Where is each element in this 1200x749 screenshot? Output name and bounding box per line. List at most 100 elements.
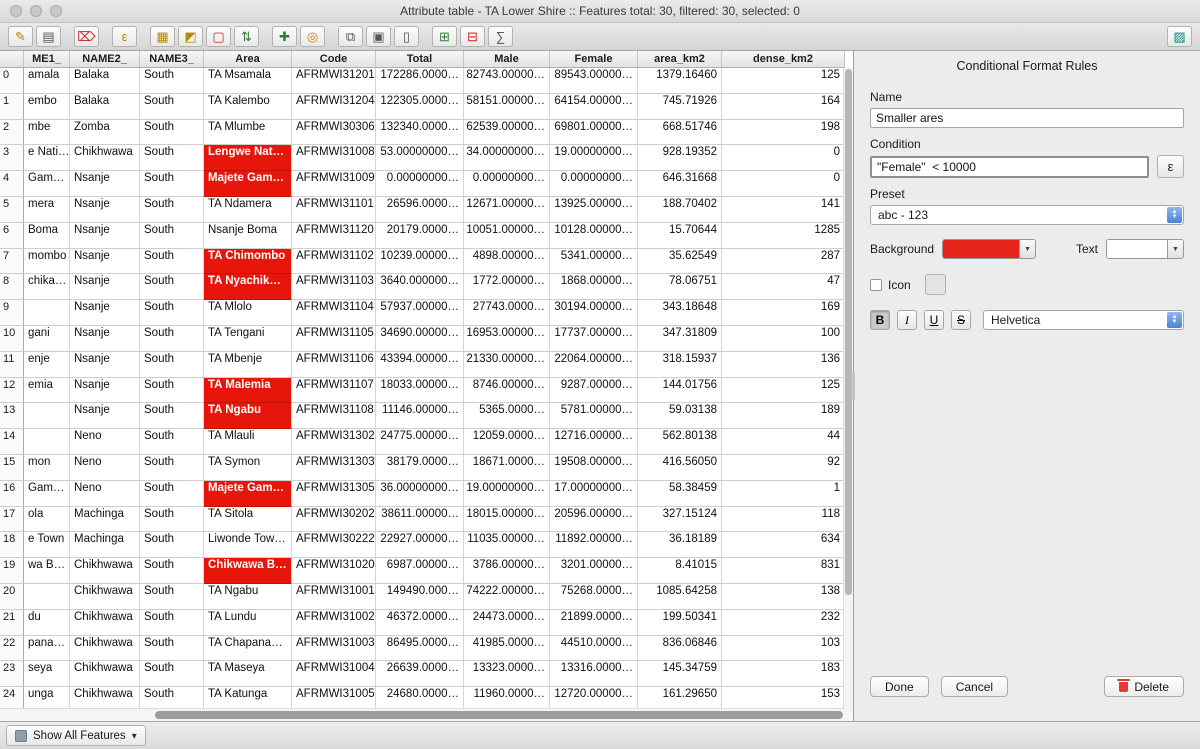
cell-name3[interactable]: South	[140, 532, 204, 558]
cell-name2[interactable]: Chikhwawa	[70, 610, 140, 636]
cell-total[interactable]: 11146.00000…	[376, 403, 464, 429]
cell-area_km2[interactable]: 78.06751	[638, 274, 722, 300]
cell-female[interactable]: 20596.00000…	[550, 507, 638, 533]
cell-dense_km2[interactable]: 92	[722, 455, 845, 481]
cell-dense_km2[interactable]: 153	[722, 687, 845, 708]
paste-features-button[interactable]: ▣	[366, 26, 391, 47]
cell-name3[interactable]: South	[140, 120, 204, 146]
cell-female[interactable]: 13316.0000…	[550, 661, 638, 687]
row-number[interactable]: 10	[0, 326, 24, 352]
cell-male[interactable]: 27743.0000…	[464, 300, 550, 326]
cell-name2[interactable]: Nsanje	[70, 197, 140, 223]
cell-area_km2[interactable]: 646.31668	[638, 171, 722, 197]
cell-name2[interactable]: Nsanje	[70, 300, 140, 326]
column-header-me1_[interactable]: ME1_	[24, 51, 70, 67]
cell-code[interactable]: AFRMWI31005	[292, 687, 376, 708]
cell-dense_km2[interactable]: 169	[722, 300, 845, 326]
cell-name2[interactable]: Nsanje	[70, 403, 140, 429]
cell-area_km2[interactable]: 562.80138	[638, 429, 722, 455]
row-number[interactable]: 24	[0, 687, 24, 708]
row-number[interactable]: 11	[0, 352, 24, 378]
cell-name1[interactable]: seya	[24, 661, 70, 687]
cell-male[interactable]: 10051.00000…	[464, 223, 550, 249]
cell-name1[interactable]	[24, 429, 70, 455]
cell-dense_km2[interactable]: 141	[722, 197, 845, 223]
move-selection-to-top-button[interactable]: ⇅	[234, 26, 259, 47]
cell-dense_km2[interactable]: 1285	[722, 223, 845, 249]
row-number[interactable]: 2	[0, 120, 24, 146]
cell-code[interactable]: AFRMWI31103	[292, 274, 376, 300]
cell-name1[interactable]: mombo	[24, 249, 70, 275]
cell-name1[interactable]	[24, 584, 70, 610]
cell-area_km2[interactable]: 58.38459	[638, 481, 722, 507]
cell-female[interactable]: 12716.00000…	[550, 429, 638, 455]
cell-dense_km2[interactable]: 287	[722, 249, 845, 275]
cell-code[interactable]: AFRMWI30202	[292, 507, 376, 533]
cell-male[interactable]: 5365.0000…	[464, 403, 550, 429]
cell-dense_km2[interactable]: 47	[722, 274, 845, 300]
deselect-all-button[interactable]: ▢	[206, 26, 231, 47]
cell-area[interactable]: TA Malemia	[204, 378, 292, 404]
cell-name3[interactable]: South	[140, 687, 204, 708]
font-family-select[interactable]: Helvetica	[983, 310, 1184, 330]
column-header-code[interactable]: Code	[292, 51, 376, 67]
row-number[interactable]: 0	[0, 68, 24, 94]
cell-male[interactable]: 19.00000000…	[464, 481, 550, 507]
corner-header[interactable]	[0, 51, 24, 67]
horizontal-scrollbar-thumb[interactable]	[155, 711, 843, 719]
cell-name1[interactable]: Boma	[24, 223, 70, 249]
cell-area[interactable]: TA Maseya	[204, 661, 292, 687]
cell-male[interactable]: 8746.00000…	[464, 378, 550, 404]
delete-field-button[interactable]: ⊟	[460, 26, 485, 47]
cell-female[interactable]: 89543.00000…	[550, 68, 638, 94]
cell-name1[interactable]: chika…	[24, 274, 70, 300]
cell-name3[interactable]: South	[140, 584, 204, 610]
cell-code[interactable]: AFRMWI31009	[292, 171, 376, 197]
open-attribute-form-button[interactable]: ▯	[394, 26, 419, 47]
cell-name3[interactable]: South	[140, 145, 204, 171]
cell-name2[interactable]: Chikhwawa	[70, 636, 140, 662]
cell-dense_km2[interactable]: 1	[722, 481, 845, 507]
row-number[interactable]: 16	[0, 481, 24, 507]
cell-female[interactable]: 22064.00000…	[550, 352, 638, 378]
cell-area_km2[interactable]: 188.70402	[638, 197, 722, 223]
cell-male[interactable]: 41985.0000…	[464, 636, 550, 662]
titlebar[interactable]: Attribute table - TA Lower Shire :: Feat…	[0, 0, 1200, 23]
cell-female[interactable]: 69801.00000…	[550, 120, 638, 146]
toggle-editing-button[interactable]: ✎	[8, 26, 33, 47]
cell-name2[interactable]: Nsanje	[70, 274, 140, 300]
row-number[interactable]: 22	[0, 636, 24, 662]
column-header-name2_[interactable]: NAME2_	[70, 51, 140, 67]
cell-name1[interactable]: Gam…	[24, 171, 70, 197]
cell-name2[interactable]: Neno	[70, 481, 140, 507]
conditional-formatting-toggle-button[interactable]: ▨	[1167, 26, 1192, 47]
cell-name3[interactable]: South	[140, 94, 204, 120]
cell-name3[interactable]: South	[140, 455, 204, 481]
cell-male[interactable]: 4898.00000…	[464, 249, 550, 275]
cell-dense_km2[interactable]: 118	[722, 507, 845, 533]
cell-total[interactable]: 22927.00000…	[376, 532, 464, 558]
cell-female[interactable]: 1868.00000…	[550, 274, 638, 300]
cell-area[interactable]: TA Mbenje	[204, 352, 292, 378]
copy-selected-rows-button[interactable]: ⧉	[338, 26, 363, 47]
cell-dense_km2[interactable]: 189	[722, 403, 845, 429]
cell-name1[interactable]: ola	[24, 507, 70, 533]
cell-male[interactable]: 58151.00000…	[464, 94, 550, 120]
cell-area[interactable]: TA Tengani	[204, 326, 292, 352]
cell-total[interactable]: 46372.0000…	[376, 610, 464, 636]
cell-name2[interactable]: Neno	[70, 455, 140, 481]
cell-area[interactable]: TA Nyachik…	[204, 274, 292, 300]
cell-area_km2[interactable]: 836.06846	[638, 636, 722, 662]
cell-dense_km2[interactable]: 232	[722, 610, 845, 636]
cell-female[interactable]: 64154.00000…	[550, 94, 638, 120]
cell-name2[interactable]: Neno	[70, 429, 140, 455]
cell-total[interactable]: 26639.0000…	[376, 661, 464, 687]
cell-area[interactable]: TA Ngabu	[204, 403, 292, 429]
row-number[interactable]: 17	[0, 507, 24, 533]
cell-male[interactable]: 3786.00000…	[464, 558, 550, 584]
cell-area_km2[interactable]: 144.01756	[638, 378, 722, 404]
cell-female[interactable]: 75268.0000…	[550, 584, 638, 610]
cell-total[interactable]: 43394.00000…	[376, 352, 464, 378]
cell-name3[interactable]: South	[140, 326, 204, 352]
cell-male[interactable]: 1772.00000…	[464, 274, 550, 300]
